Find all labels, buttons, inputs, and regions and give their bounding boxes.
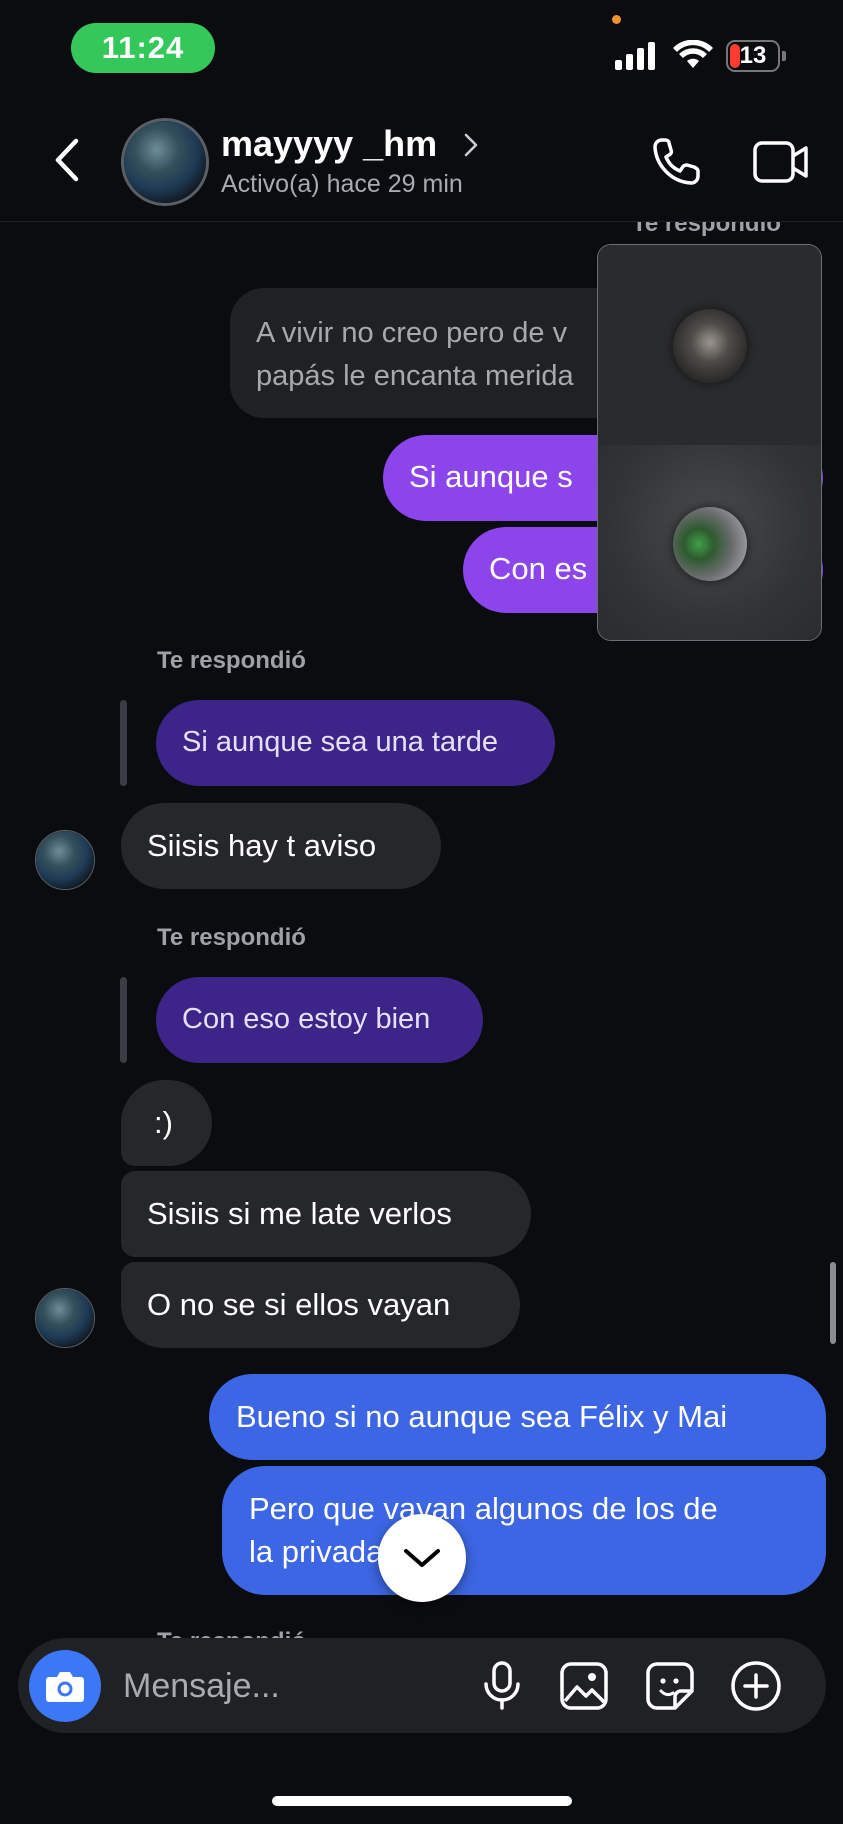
more-options-button[interactable] [728, 1658, 784, 1714]
received-message[interactable]: Sisiis si me late verlos [121, 1171, 531, 1257]
reply-indicator-bar [120, 977, 127, 1063]
image-icon [560, 1662, 608, 1710]
sent-message[interactable]: Bueno si no aunque sea Félix y Mai [209, 1374, 826, 1460]
reply-label: Te respondió [157, 647, 306, 674]
active-status: Activo(a) hace 29 min [221, 170, 463, 198]
call-button[interactable] [648, 134, 704, 190]
received-message[interactable]: A vivir no creo pero de v papás le encan… [230, 288, 650, 418]
scroll-to-bottom-button[interactable] [378, 1514, 466, 1602]
camera-button[interactable] [29, 1650, 101, 1722]
partial-reply-label-top: Te respondió [632, 222, 781, 237]
battery-indicator: 13 [726, 40, 780, 72]
camera-icon [46, 1672, 84, 1702]
sender-avatar[interactable] [35, 1288, 95, 1348]
privacy-indicator-dot [612, 15, 621, 24]
video-tile-2 [598, 445, 821, 640]
video-camera-icon [753, 141, 808, 183]
quoted-message[interactable]: Con eso estoy bien [156, 977, 483, 1063]
sticker-button[interactable] [642, 1658, 698, 1714]
battery-tip [782, 51, 786, 61]
sticker-icon [646, 1662, 694, 1710]
sent-message[interactable]: Pero que vayan algunos de los de la priv… [222, 1466, 826, 1595]
phone-icon [653, 138, 700, 185]
quoted-message[interactable]: Si aunque sea una tarde [156, 700, 555, 786]
plus-circle-icon [731, 1661, 781, 1711]
chevron-right-icon [464, 133, 478, 157]
microphone-button[interactable] [474, 1658, 530, 1714]
participant-avatar [673, 309, 747, 383]
back-button[interactable] [48, 135, 88, 185]
video-call-button[interactable] [752, 138, 810, 186]
video-tile-1 [598, 245, 821, 445]
status-time: 11:24 [71, 23, 215, 73]
received-message[interactable]: Siisis hay t aviso [121, 803, 441, 889]
wifi-icon [673, 40, 713, 68]
message-input[interactable] [121, 1660, 465, 1712]
home-indicator[interactable] [272, 1796, 572, 1806]
received-message[interactable]: O no se si ellos vayan [121, 1262, 520, 1348]
contact-username[interactable]: mayyyy _hm [221, 123, 437, 165]
chevron-left-icon [55, 138, 79, 182]
sender-avatar[interactable] [35, 830, 95, 890]
microphone-icon [484, 1661, 520, 1710]
video-call-pip[interactable] [597, 244, 822, 641]
reply-label: Te respondió [157, 924, 306, 951]
gallery-button[interactable] [556, 1658, 612, 1714]
contact-avatar[interactable] [121, 118, 209, 206]
battery-level: 13 [739, 42, 767, 69]
signal-icon [615, 42, 655, 70]
received-message[interactable]: :) [121, 1080, 212, 1166]
participant-avatar [673, 507, 747, 581]
reply-indicator-bar [120, 700, 127, 786]
scrollbar[interactable] [830, 1262, 836, 1344]
chevron-down-icon [404, 1549, 440, 1567]
